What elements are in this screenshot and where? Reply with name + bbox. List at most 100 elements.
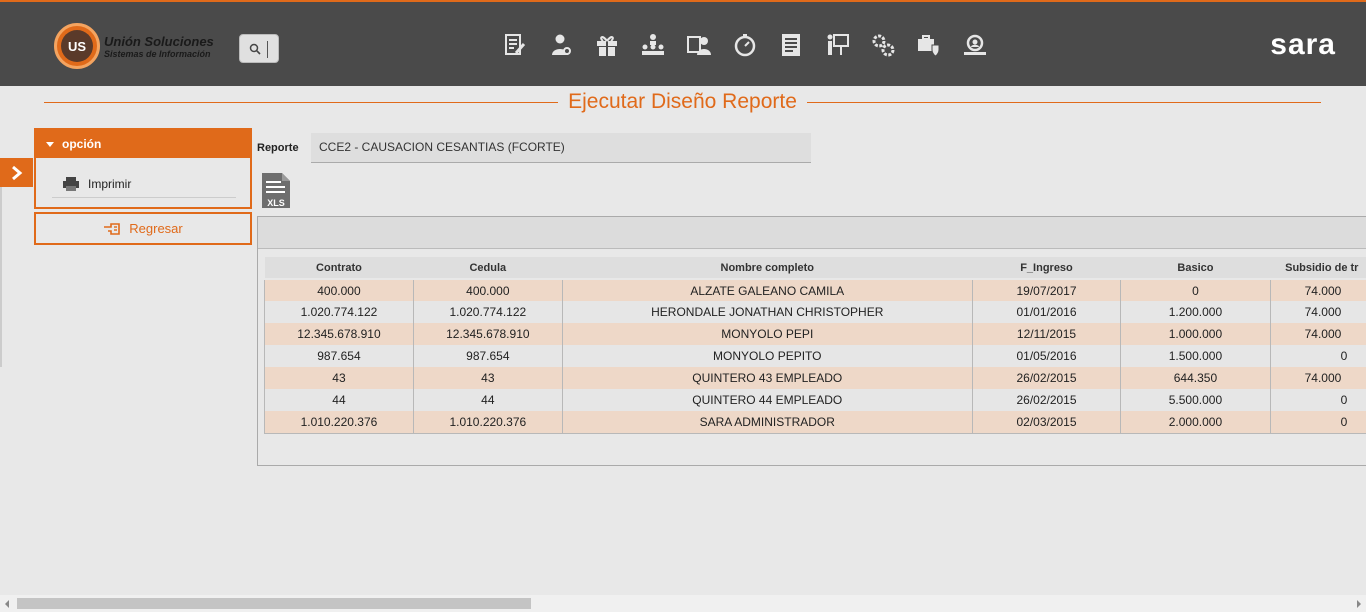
cell-ingreso: 01/05/2016 [972, 345, 1122, 367]
sidebar-edge [0, 187, 2, 367]
hierarchy-icon[interactable] [630, 31, 676, 59]
cell-basico: 1.200.000 [1120, 301, 1271, 323]
report-table: Contrato Cedula Nombre completo F_Ingres… [264, 257, 1366, 434]
printer-icon [63, 176, 79, 191]
cell-nombre: HERONDALE JONATHAN CHRISTOPHER [562, 301, 973, 323]
report-grid: Contrato Cedula Nombre completo F_Ingres… [257, 216, 1366, 466]
cell-contrato: 43 [264, 367, 414, 389]
caret-down-icon [46, 141, 54, 147]
col-header-basico[interactable]: Basico [1120, 257, 1271, 280]
horizontal-scrollbar[interactable] [0, 595, 1366, 612]
xls-export-icon[interactable]: XLS [261, 172, 291, 209]
logo-badge-text: US [61, 30, 93, 62]
cell-cedula: 12.345.678.910 [413, 323, 563, 345]
table-header-row: Contrato Cedula Nombre completo F_Ingres… [264, 257, 1366, 280]
options-panel-title: opción [62, 137, 102, 151]
cell-subsidio: 74.000 [1270, 367, 1366, 389]
cell-contrato: 400.000 [264, 279, 414, 301]
col-header-ingreso[interactable]: F_Ingreso [972, 257, 1121, 280]
cell-cedula: 43 [413, 367, 563, 389]
scrollbar-thumb[interactable] [17, 598, 531, 609]
col-header-contrato[interactable]: Contrato [264, 257, 414, 280]
brand-logo: sara [1270, 28, 1336, 61]
gift-icon[interactable] [584, 31, 630, 59]
logo-subtitle: Sistemas de Información [104, 48, 211, 59]
stopwatch-icon[interactable] [722, 31, 768, 59]
back-button-label: Regresar [129, 221, 183, 236]
page-title-row: Ejecutar Diseño Reporte [44, 90, 1321, 116]
cell-contrato: 987.654 [264, 345, 414, 367]
cell-nombre: QUINTERO 43 EMPLEADO [562, 367, 973, 389]
print-option[interactable]: Imprimir [52, 170, 236, 198]
cell-cedula: 987.654 [413, 345, 563, 367]
cell-basico: 1.500.000 [1120, 345, 1271, 367]
table-row[interactable]: 987.654 987.654 MONYOLO PEPITO 01/05/201… [264, 345, 1366, 367]
grid-toolbar [258, 217, 1366, 249]
cell-cedula: 44 [413, 389, 563, 411]
sidebar-toggle-button[interactable] [0, 158, 33, 187]
cell-contrato: 12.345.678.910 [264, 323, 414, 345]
gears-icon[interactable] [860, 31, 906, 59]
cell-basico: 1.000.000 [1120, 323, 1271, 345]
cell-basico: 5.500.000 [1120, 389, 1271, 411]
col-header-nombre[interactable]: Nombre completo [562, 257, 973, 280]
employee-card-icon[interactable] [676, 31, 722, 59]
table-row[interactable]: 400.000 400.000 ALZATE GALEANO CAMILA 19… [264, 279, 1366, 301]
table-row[interactable]: 44 44 QUINTERO 44 EMPLEADO 26/02/2015 5.… [264, 389, 1366, 411]
table-row[interactable]: 1.020.774.122 1.020.774.122 HERONDALE JO… [264, 301, 1366, 323]
main-nav [492, 31, 998, 59]
back-hand-icon [104, 222, 121, 235]
search-icon [249, 43, 261, 55]
table-row[interactable]: 43 43 QUINTERO 43 EMPLEADO 26/02/2015 64… [264, 367, 1366, 389]
scroll-right-arrow-icon[interactable] [1357, 600, 1361, 608]
cell-subsidio: 74.000 [1270, 301, 1366, 323]
options-panel: opción Imprimir [34, 128, 252, 209]
user-settings-icon[interactable] [538, 31, 584, 59]
company-logo[interactable]: US Unión Soluciones Sistemas de Informac… [54, 23, 214, 69]
cell-basico: 0 [1120, 279, 1271, 301]
document-edit-icon[interactable] [492, 31, 538, 59]
cell-cedula: 400.000 [413, 279, 563, 301]
cell-nombre: QUINTERO 44 EMPLEADO [562, 389, 973, 411]
report-select[interactable]: CCE2 - CAUSACION CESANTIAS (FCORTE) [311, 133, 811, 163]
cell-ingreso: 26/02/2015 [972, 367, 1122, 389]
logo-text: Unión Soluciones Sistemas de Información [104, 34, 214, 59]
cell-basico: 2.000.000 [1120, 411, 1271, 434]
print-option-label: Imprimir [88, 176, 132, 191]
logo-badge: US [54, 23, 100, 69]
cell-nombre: MONYOLO PEPITO [562, 345, 973, 367]
cell-cedula: 1.020.774.122 [413, 301, 563, 323]
cell-nombre: SARA ADMINISTRADOR [562, 411, 973, 434]
medical-shield-icon[interactable] [906, 31, 952, 59]
cell-ingreso: 12/11/2015 [972, 323, 1122, 345]
table-row[interactable]: 12.345.678.910 12.345.678.910 MONYOLO PE… [264, 323, 1366, 345]
back-button[interactable]: Regresar [34, 212, 252, 245]
chevron-right-icon [11, 165, 22, 180]
cell-contrato: 1.010.220.376 [264, 411, 414, 434]
cell-ingreso: 19/07/2017 [972, 279, 1122, 301]
report-list-icon[interactable] [768, 31, 814, 59]
cell-contrato: 44 [264, 389, 414, 411]
search-user-icon[interactable] [952, 31, 998, 59]
cell-ingreso: 01/01/2016 [972, 301, 1122, 323]
cell-ingreso: 26/02/2015 [972, 389, 1122, 411]
xls-export-label: XLS [267, 198, 285, 208]
cell-nombre: MONYOLO PEPI [562, 323, 973, 345]
search-button[interactable] [239, 34, 279, 63]
options-panel-header[interactable]: opción [36, 130, 250, 158]
cell-subsidio: 0 [1270, 345, 1366, 367]
cell-ingreso: 02/03/2015 [972, 411, 1122, 434]
cell-subsidio: 74.000 [1270, 323, 1366, 345]
page-title: Ejecutar Diseño Reporte [558, 90, 807, 113]
cell-subsidio: 74.000 [1270, 279, 1366, 301]
cell-basico: 644.350 [1120, 367, 1271, 389]
scroll-left-arrow-icon[interactable] [5, 600, 9, 608]
cell-contrato: 1.020.774.122 [264, 301, 414, 323]
table-row[interactable]: 1.010.220.376 1.010.220.376 SARA ADMINIS… [264, 411, 1366, 434]
cell-subsidio: 0 [1270, 389, 1366, 411]
cell-subsidio: 0 [1270, 411, 1366, 434]
col-header-cedula[interactable]: Cedula [413, 257, 563, 280]
presentation-icon[interactable] [814, 31, 860, 59]
col-header-subsidio[interactable]: Subsidio de tr [1270, 257, 1366, 280]
top-bar: US Unión Soluciones Sistemas de Informac… [0, 0, 1366, 86]
